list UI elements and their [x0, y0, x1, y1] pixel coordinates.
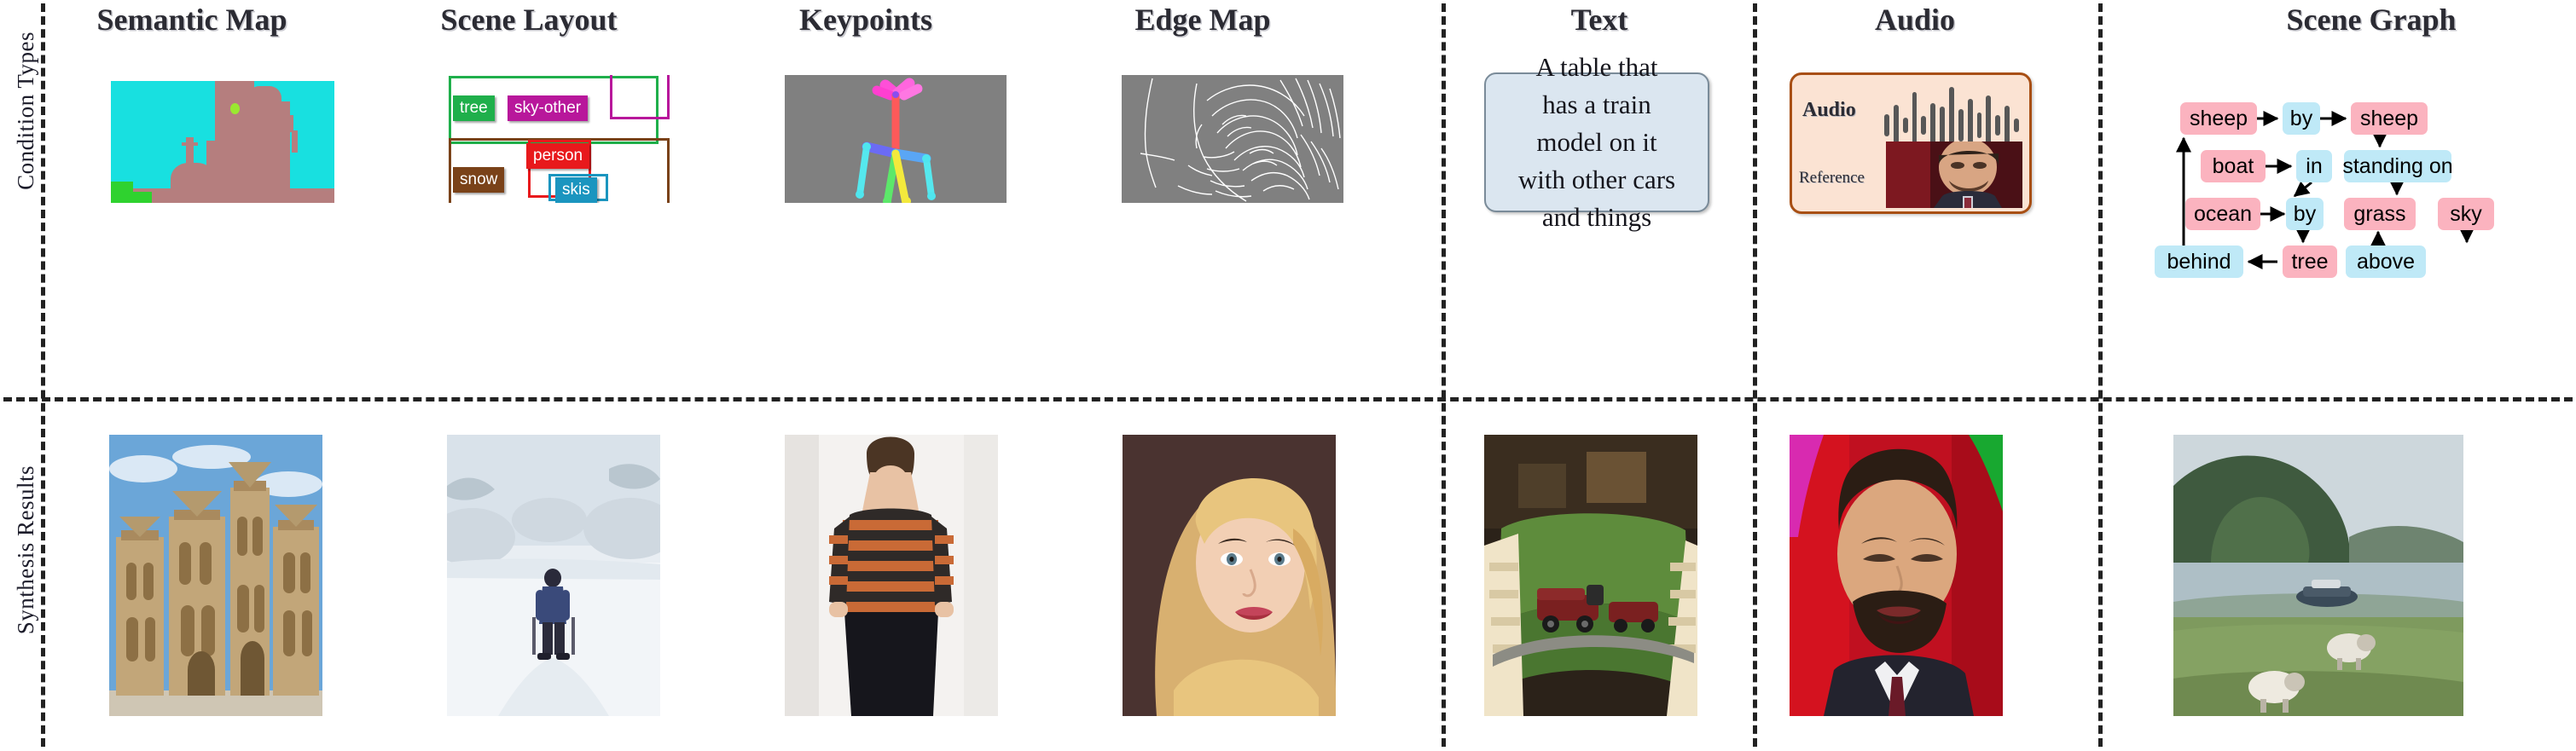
reference-face-image	[1886, 142, 2022, 208]
waveform-bar	[1976, 113, 1982, 138]
semantic-map-image	[111, 81, 334, 203]
text-condition-card: A table that has a train model on it wit…	[1484, 52, 1709, 232]
waveform-bar	[2014, 118, 2019, 132]
scene-graph-node-ocean: ocean	[2185, 198, 2260, 230]
layout-tag-snow: snow	[453, 167, 505, 193]
waveform-bar	[1995, 115, 2001, 136]
result-image-sweater	[785, 435, 998, 716]
column-header-text: Text	[1570, 3, 1628, 37]
scene-graph-node-above: above	[2346, 246, 2426, 278]
scene-graph-node-boat: boat	[2201, 150, 2266, 182]
audio-condition-card: Audio Reference	[1790, 72, 2032, 214]
result-image-sheep-field	[2173, 435, 2463, 716]
reference-label: Reference	[1799, 169, 1865, 187]
scene-graph-node-in: in	[2296, 150, 2332, 182]
result-image-portrait	[1123, 435, 1336, 716]
result-image-train-model	[1484, 435, 1697, 716]
waveform-bar	[1921, 116, 1927, 135]
layout-tag-sky-other: sky-other	[508, 95, 589, 121]
row-label-synthesis-results-text: Synthesis Results	[12, 465, 38, 635]
layout-tag-skis: skis	[555, 177, 597, 203]
divider-left-labels	[41, 3, 45, 747]
layout-box-sky-other	[610, 75, 670, 119]
text-condition-caption: A table that has a train model on it wit…	[1517, 51, 1676, 233]
column-header-semantic-map: Semantic Map	[96, 3, 287, 37]
row-label-condition-types-text: Condition Types	[12, 32, 38, 190]
divider-before-text	[1442, 3, 1446, 747]
scene-graph-node-grass: grass	[2344, 198, 2416, 230]
scene-graph-node-behind: behind	[2155, 246, 2243, 278]
edge-map-image	[1122, 75, 1343, 203]
divider-row-split	[3, 397, 2573, 401]
waveform-bar	[2005, 106, 2010, 145]
keypoints-skeleton	[856, 78, 936, 203]
layout-tag-tree: tree	[453, 95, 495, 121]
scene-graph-node-by2: by	[2286, 198, 2324, 230]
audio-label: Audio	[1802, 99, 1856, 121]
divider-before-graph	[2098, 3, 2103, 747]
waveform-bar	[1902, 118, 1908, 133]
scene-graph-node-by1: by	[2283, 102, 2320, 135]
scene-layout-image: tree sky-other person snow skis	[448, 75, 670, 203]
scene-graph-node-sheep1: sheep	[2180, 102, 2257, 135]
result-image-cathedral	[109, 435, 322, 716]
column-header-edge-map: Edge Map	[1134, 3, 1271, 37]
scene-graph-node-sky: sky	[2438, 198, 2494, 230]
figure-root: Condition Types Synthesis Results Semant…	[0, 0, 2576, 751]
result-image-skier	[447, 435, 660, 716]
waveform-bar	[1884, 114, 1889, 136]
column-header-scene-layout: Scene Layout	[440, 3, 618, 37]
divider-before-audio	[1753, 3, 1757, 747]
scene-graph-node-standing-on: standing on	[2342, 150, 2453, 182]
edge-map-lines	[1140, 78, 1341, 202]
column-header-keypoints: Keypoints	[798, 3, 933, 37]
column-header-scene-graph: Scene Graph	[2286, 3, 2457, 37]
waveform-bar	[1940, 107, 1946, 144]
scene-graph-node-sheep2: sheep	[2351, 102, 2428, 135]
waveform-bar	[1958, 109, 1964, 142]
keypoints-image	[785, 75, 1007, 203]
layout-tag-person: person	[526, 143, 590, 169]
waveform-bar	[1893, 105, 1899, 146]
scene-graph-diagram: sheep by sheep boat in standing on ocean…	[2155, 102, 2550, 278]
scene-graph-node-tree: tree	[2283, 246, 2337, 278]
result-image-face-talk	[1790, 435, 2003, 716]
column-header-audio: Audio	[1874, 3, 1956, 37]
